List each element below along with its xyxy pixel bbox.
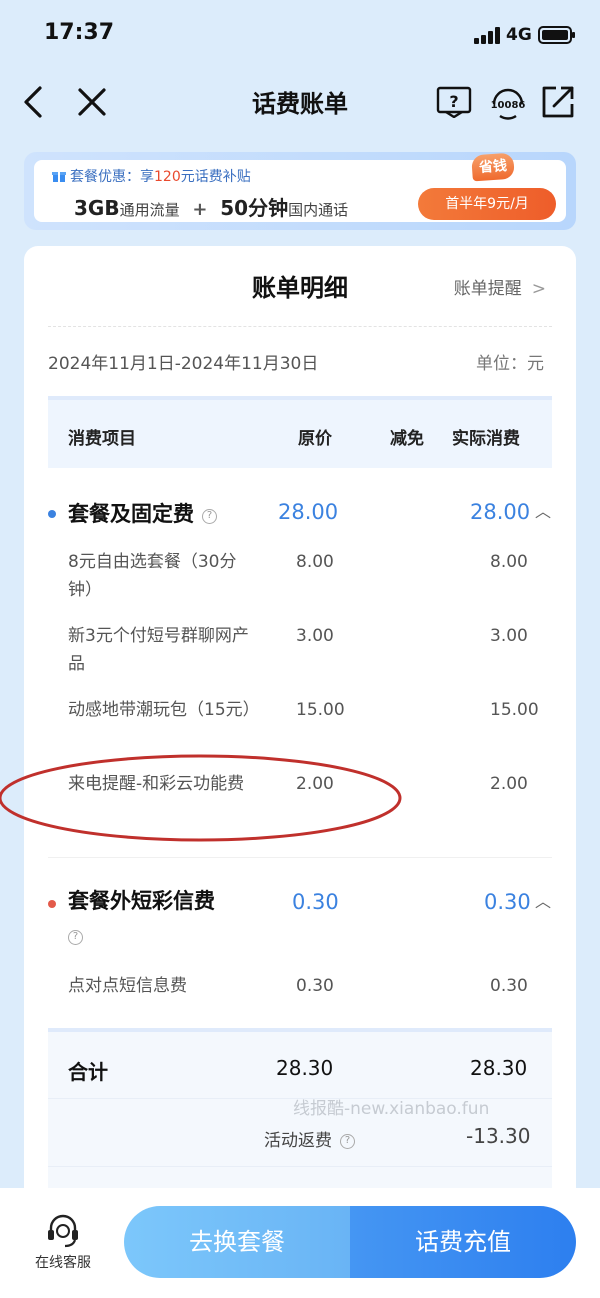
change-plan-button[interactable]: 去换套餐 (124, 1206, 350, 1278)
online-service-button[interactable]: 在线客服 (28, 1212, 98, 1272)
col-actual-header: 实际消费 (452, 429, 520, 449)
promo-data-amount: 3GB (74, 196, 120, 220)
item-name: 点对点短信息费 (68, 976, 187, 996)
item-actual: 3.00 (490, 626, 528, 646)
group-name-text: 套餐外短彩信费 (68, 889, 215, 913)
question-icon[interactable]: ? (202, 509, 217, 524)
bottom-bar: 在线客服 去换套餐 话费充值 (0, 1188, 600, 1298)
total-actual: 28.30 (470, 1056, 528, 1080)
action-buttons: 去换套餐 话费充值 (124, 1206, 576, 1278)
item-original: 15.00 (296, 700, 345, 720)
status-time: 17:37 (44, 20, 115, 45)
item-original: 8.00 (296, 552, 334, 572)
bill-group: 套餐外短彩信费? 0.30 0.30 ︿ 点对点短信息费 0.30 0.30 (48, 858, 552, 1028)
bill-unit: 单位：元 (476, 354, 544, 374)
headset-icon (48, 1214, 78, 1248)
col-discount-header: 减免 (390, 429, 424, 449)
promo-tag-amount: 120 (154, 169, 181, 185)
divider (48, 1166, 552, 1167)
group-actual: 0.30 (484, 890, 531, 914)
promo-card: 套餐优惠：享120元话费补贴 3GB通用流量 + 50分钟国内通话 首半年9元/… (34, 152, 566, 222)
promo-tag: 套餐优惠：享120元话费补贴 (52, 166, 251, 186)
item-name: 动感地带潮玩包（15元） (68, 700, 260, 720)
help-book-icon[interactable]: ? (436, 86, 472, 118)
battery-icon (538, 26, 575, 44)
group-actual: 28.00 (470, 500, 531, 524)
promo-main: 3GB通用流量 + 50分钟国内通话 (74, 192, 348, 221)
table-header: 消费项目 原价 减免 实际消费 (48, 396, 552, 468)
group-name: 套餐外短彩信费? (68, 884, 268, 952)
group-dot (48, 510, 56, 518)
item-original: 3.00 (296, 626, 334, 646)
total-original: 28.30 (276, 1056, 334, 1080)
divider (48, 326, 552, 327)
rebate-value: -13.30 (466, 1124, 531, 1148)
total-label: 合计 (68, 1060, 108, 1084)
rebate-label-text: 活动返费 (264, 1131, 332, 1151)
chevron-up-icon[interactable]: ︿ (535, 888, 551, 912)
status-bar: 17:37 4G (0, 0, 600, 70)
bill-remind-label: 账单提醒 (453, 279, 522, 299)
promo-tag-prefix: 套餐优惠：享 (70, 169, 154, 185)
item-original: 0.30 (296, 976, 334, 996)
share-icon[interactable] (540, 84, 576, 120)
bill-period: 2024年11月1日-2024年11月30日 (48, 354, 319, 374)
svg-text:?: ? (449, 92, 458, 111)
network-type: 4G (506, 25, 532, 45)
gift-icon (52, 172, 66, 182)
item-actual: 15.00 (490, 700, 539, 720)
item-name: 新3元个付短号群聊网产品 (68, 626, 249, 674)
item-actual: 0.30 (490, 976, 528, 996)
col-name-header: 消费项目 (68, 429, 136, 449)
promo-data-label: 通用流量 (119, 201, 180, 219)
annotation-ellipse (0, 754, 402, 842)
question-icon[interactable]: ? (340, 1134, 355, 1149)
item-actual: 2.00 (490, 774, 528, 794)
promo-tag-suffix: 元话费补贴 (180, 169, 251, 185)
chevron-right-icon: > (531, 279, 546, 299)
hotline-icon[interactable]: 10086 (488, 82, 528, 122)
question-icon[interactable]: ? (68, 930, 83, 945)
watermark: 线报酷-new.xianbao.fun (293, 1099, 490, 1119)
promo-minutes-label: 国内通话 (288, 201, 349, 219)
promo-banner[interactable]: 套餐优惠：享120元话费补贴 3GB通用流量 + 50分钟国内通话 首半年9元/… (24, 152, 576, 230)
col-original-header: 原价 (298, 429, 332, 449)
promo-minutes-amount: 50分钟 (220, 196, 289, 220)
chevron-up-icon[interactable]: ︿ (535, 498, 551, 522)
item-name: 8元自由选套餐（30分钟） (68, 552, 237, 600)
group-name-text: 套餐及固定费 (68, 502, 194, 526)
promo-badge: 省钱 (471, 152, 515, 182)
nav-bar: 话费账单 ? 10086 (0, 70, 600, 134)
promo-plus: + (192, 199, 208, 220)
signal-icon (474, 27, 500, 44)
bill-remind-link[interactable]: 账单提醒 > (454, 274, 546, 299)
group-dot (48, 900, 56, 908)
group-original: 28.00 (278, 500, 339, 524)
hotline-number: 10086 (491, 100, 526, 111)
topup-button[interactable]: 话费充值 (350, 1206, 576, 1278)
item-actual: 8.00 (490, 552, 528, 572)
online-service-label: 在线客服 (35, 1255, 91, 1271)
promo-button[interactable]: 首半年9元/月 (418, 188, 556, 220)
rebate-label: 活动返费? (264, 1126, 355, 1151)
group-name: 套餐及固定费? (68, 498, 217, 528)
group-original: 0.30 (292, 890, 339, 914)
